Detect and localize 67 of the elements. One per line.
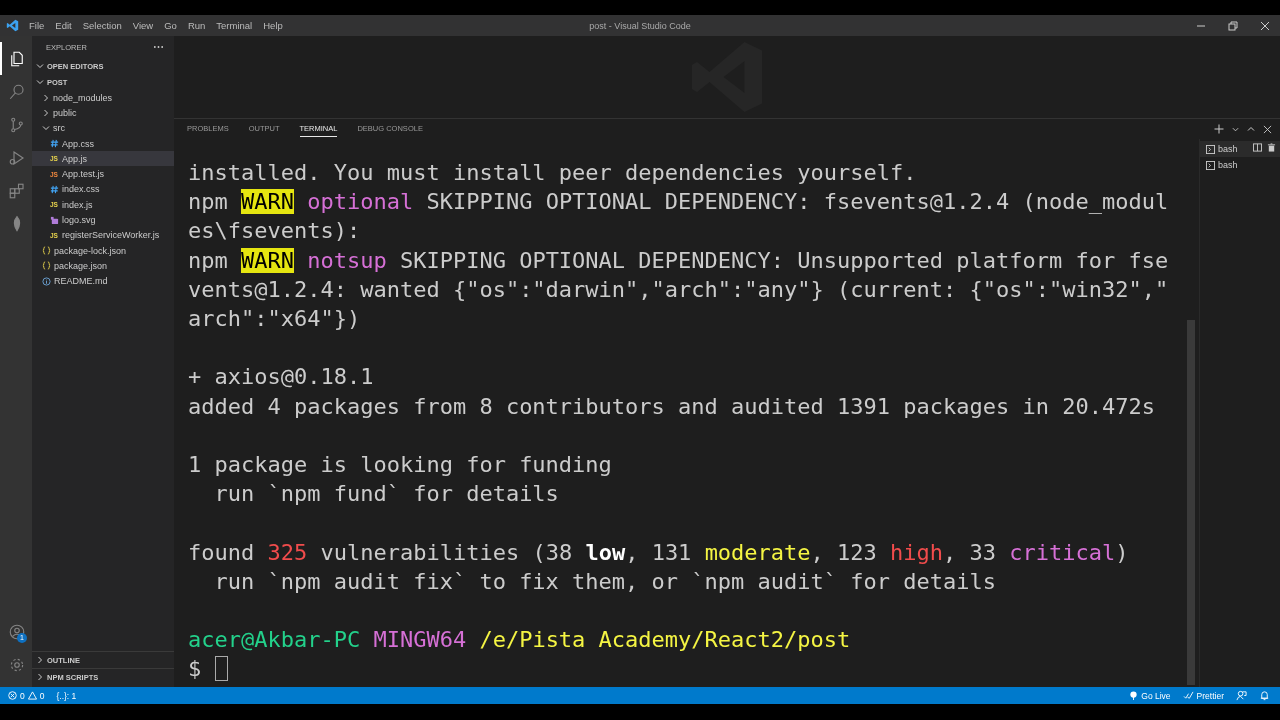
status-item[interactable]: {..}: 1: [56, 690, 77, 701]
warning-icon: [27, 691, 37, 700]
braces-icon: [42, 261, 51, 271]
menu-item[interactable]: Run: [187, 20, 206, 31]
tree-item[interactable]: package-lock.json: [32, 242, 174, 259]
tree-item[interactable]: node_modules: [32, 90, 174, 106]
terminal-line: arch":"x64"}): [188, 305, 361, 333]
restore-icon[interactable]: [1228, 20, 1238, 31]
window-title: post - Visual Studio Code: [589, 20, 691, 31]
hash-icon: [50, 184, 59, 194]
add-icon[interactable]: [1214, 124, 1224, 134]
terminal-item[interactable]: bash: [1200, 157, 1280, 173]
menu-item[interactable]: Terminal: [216, 20, 253, 31]
tree-item[interactable]: README.md: [32, 273, 174, 289]
tree-item[interactable]: App.css: [32, 135, 174, 152]
error-icon: [8, 691, 17, 700]
chevron-up-icon[interactable]: [1247, 125, 1255, 133]
menu-item[interactable]: Selection: [82, 20, 122, 31]
terminal-line: added 4 packages from 8 contributors and audited 1391 packages in 20.472s: [188, 392, 1155, 421]
split-icon[interactable]: [1253, 143, 1262, 152]
terminal-line: found 325 vulnerabilities (38 low, 131 moderate, 123 high, 33 critical): [188, 538, 1129, 567]
terminal-line: 1 package is looking for funding: [188, 451, 612, 479]
warning-count: 0: [39, 690, 45, 701]
menu-item[interactable]: Help: [263, 20, 283, 31]
terminal-icon: [1206, 160, 1215, 170]
broadcast-icon: [1129, 691, 1139, 700]
chevron-down-icon[interactable]: [1232, 125, 1239, 133]
terminal-line: vents@1.2.4: wanted {"os":"darwin","arch":"any"} (current: {"os":"win32",": [188, 275, 1169, 304]
feedback-icon[interactable]: [1236, 690, 1247, 701]
tree-item[interactable]: src: [32, 120, 174, 136]
info-icon: [42, 276, 51, 286]
terminal-line: npm WARN notsup SKIPPING OPTIONAL DEPENDENCY: Unsupported platform for fse: [188, 246, 1169, 275]
double-check-icon: [1182, 691, 1194, 700]
terminal-line: run `npm fund` for details: [213, 480, 559, 509]
tree-item[interactable]: logo.svg: [32, 212, 174, 228]
menu-item[interactable]: File: [29, 20, 45, 31]
close-icon[interactable]: [1263, 124, 1272, 134]
text-cursor: [214, 656, 228, 682]
terminal-line: run `npm audit fix` to fix them, or `npm audit` for details: [213, 567, 996, 596]
tree-item[interactable]: public: [32, 105, 174, 121]
account-icon[interactable]: [8, 622, 26, 641]
terminal-icon: [1206, 144, 1215, 154]
terminal-line: es\fsevents):: [188, 217, 361, 246]
terminal-line: acer@Akbar-PC MINGW64 /e/Pista Academy/React2/post: [188, 626, 851, 655]
problems-status[interactable]: 0 0: [8, 690, 45, 701]
app-logo-icon: [6, 19, 19, 32]
terminal-line: $: [188, 655, 203, 684]
trash-icon[interactable]: [1267, 143, 1276, 152]
more-icon[interactable]: [153, 45, 164, 49]
tree-item[interactable]: package.json: [32, 258, 174, 274]
menu-item[interactable]: View: [132, 20, 154, 31]
image-file-icon: [50, 215, 59, 225]
bell-icon[interactable]: [1259, 690, 1270, 701]
scrollbar-thumb[interactable]: [1187, 320, 1195, 685]
braces-icon: [42, 246, 51, 256]
hash-icon: [50, 139, 59, 149]
terminal-line: npm WARN optional SKIPPING OPTIONAL DEPENDENCY: fsevents@1.2.4 (node_modul: [188, 188, 1169, 217]
menu-item[interactable]: Go: [164, 20, 177, 31]
menu-item[interactable]: Edit: [55, 20, 72, 31]
terminal-line: installed. You must install peer dependencies yourself.: [188, 159, 917, 187]
tree-item[interactable]: index.css: [32, 181, 174, 198]
go-live-button[interactable]: Go Live: [1129, 690, 1171, 701]
prettier-button[interactable]: Prettier: [1182, 690, 1224, 701]
close-icon[interactable]: [1260, 20, 1270, 31]
terminal-item[interactable]: bash: [1200, 141, 1280, 157]
error-count: 0: [20, 690, 25, 701]
terminal-line: + axios@0.18.1: [188, 363, 374, 392]
